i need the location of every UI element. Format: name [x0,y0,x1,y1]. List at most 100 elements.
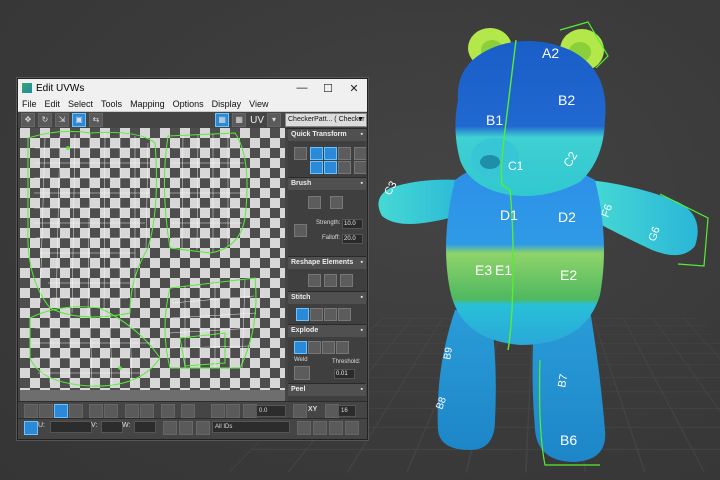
menu-tools[interactable]: Tools [97,99,126,109]
paint-select-icon[interactable] [161,404,175,418]
explode-label: Explode [291,327,319,334]
rotate-uv-icon[interactable] [338,161,351,174]
straighten-selection-icon[interactable] [308,274,321,287]
window-title: Edit UVWs [36,82,85,94]
move-icon[interactable]: ✥ [21,113,35,127]
align-edge-icon[interactable] [338,147,351,160]
peel-label: Peel [291,386,306,393]
stitch-average-icon[interactable] [310,308,323,321]
reshape-elements-label: Reshape Elements [291,259,354,266]
menu-file[interactable]: File [18,99,41,109]
bear-mouth [480,155,500,169]
menu-mapping[interactable]: Mapping [126,99,169,109]
mirror-icon[interactable]: ⇆ [89,113,103,127]
snap-icon[interactable] [211,404,225,418]
close-button[interactable]: ✕ [341,82,367,95]
grow-selection-icon[interactable] [89,404,103,418]
bear-texture-label: C1 [508,159,524,173]
menu-select[interactable]: Select [64,99,97,109]
w-field[interactable] [134,421,156,433]
teddy-bear-model[interactable]: A2B2B1C1 C2C3D1 D2 F6G6E3 E1 E2B6B7B9B8 [360,10,720,480]
loop-select-icon[interactable] [125,404,139,418]
hide-icon[interactable] [179,421,193,435]
spacing-x-icon[interactable] [310,161,323,174]
uv-switch-icon[interactable]: ▾ [267,113,281,127]
menu-options[interactable]: Options [169,99,208,109]
bear-texture-label: E2 [560,267,577,283]
straighten-icon[interactable] [354,147,366,160]
right-arm [590,180,709,267]
brush-header[interactable]: Brush ▪ [288,177,366,190]
angle-field[interactable]: 0.0 [256,405,286,417]
vertex-mode-icon[interactable] [24,404,38,418]
break-icon[interactable] [294,341,307,354]
u-field[interactable] [50,421,92,433]
texture-map-dropdown[interactable]: CheckerPatt... ( Checker ) ▼ [285,113,367,135]
set-pivot-icon[interactable] [294,147,307,160]
rotate-icon[interactable]: ↻ [38,113,52,127]
menu-edit[interactable]: Edit [41,99,65,109]
maximize-button[interactable]: ☐ [315,82,341,95]
peel-header[interactable]: Peel ▪ [288,383,366,396]
bear-texture-label: D2 [558,209,576,225]
menu-display[interactable]: Display [208,99,246,109]
grid-size-field[interactable]: 16 [338,405,356,417]
threshold-field[interactable]: 0.01 [334,369,355,379]
align-y-icon[interactable] [324,147,337,160]
pack-icon[interactable] [340,274,353,287]
pivot-icon[interactable] [226,404,240,418]
axis-toggle-icon[interactable] [325,404,339,418]
falloff-field[interactable]: 20.0 [342,234,363,244]
line-tool-icon[interactable] [293,404,307,418]
relax-icon[interactable] [324,274,337,287]
zoom-region-icon[interactable] [329,421,343,435]
lock-icon[interactable] [163,421,177,435]
grid-toggle-icon[interactable]: ▦ [232,113,247,127]
ring-select-icon[interactable] [140,404,154,418]
flatten-icon[interactable] [322,341,335,354]
brush-label: Brush [291,180,312,187]
stitch-label: Stitch [291,294,311,301]
freeze-icon[interactable] [196,421,210,435]
line-brush-icon[interactable] [294,224,307,237]
uv-islands [27,130,257,387]
title-bar[interactable]: Edit UVWs — ☐ ✕ [18,79,367,97]
edge-mode-icon[interactable] [39,404,53,418]
flip-uv-icon[interactable] [354,161,366,174]
stitch-target-icon[interactable] [324,308,337,321]
absolute-mode-icon[interactable] [24,421,38,435]
weld-selected-icon[interactable] [294,366,310,380]
paint-brush-icon[interactable] [308,196,321,209]
edit-uvws-window[interactable]: Edit UVWs — ☐ ✕ File Edit Select Tools M… [17,78,368,440]
menu-view[interactable]: View [245,99,272,109]
stitch-custom-icon[interactable] [338,308,351,321]
brush-body: Strength: 10.0 Falloff: 20.0 [288,190,366,256]
soft-select-icon[interactable] [181,404,195,418]
zoom-extents-icon[interactable] [345,421,359,435]
face-mode-icon[interactable] [54,404,68,418]
zoom-icon[interactable] [313,421,327,435]
detach-icon[interactable] [308,341,321,354]
v-field[interactable] [101,421,123,433]
minimize-button[interactable]: — [289,82,315,94]
checker-toggle-icon[interactable]: ▦ [215,113,230,127]
uv-editor-canvas[interactable] [20,128,285,390]
stitch-header[interactable]: Stitch ▪ [288,291,366,304]
align-x-icon[interactable] [310,147,323,160]
strength-field[interactable]: 10.0 [342,219,363,229]
scale-icon[interactable]: ⇲ [55,113,69,127]
material-id-dropdown[interactable]: All IDs [212,421,290,433]
stitch-source-icon[interactable] [296,308,309,321]
angle-snap-icon[interactable] [243,404,257,418]
shrink-selection-icon[interactable] [104,404,118,418]
pan-icon[interactable] [297,421,311,435]
bear-texture-label: D1 [500,207,518,223]
relax-brush-icon[interactable] [330,196,343,209]
reshape-elements-header[interactable]: Reshape Elements ▪ [288,256,366,269]
explode-by-smoothing-icon[interactable] [336,341,349,354]
explode-header[interactable]: Explode ▪ [288,324,366,337]
element-mode-icon[interactable] [69,404,83,418]
spacing-y-icon[interactable] [324,161,337,174]
quick-transform-header[interactable]: Quick Transform ▪ [288,128,366,141]
freeform-icon[interactable]: ▣ [72,113,86,127]
